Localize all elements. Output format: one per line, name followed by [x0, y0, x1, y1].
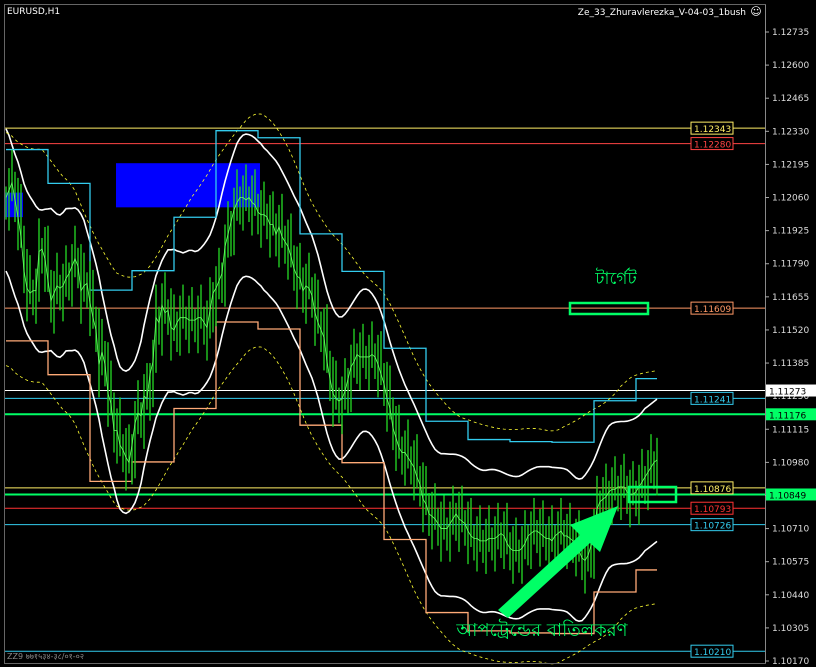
y-tick-label-18: 1.10305: [772, 624, 809, 634]
level-label-8: 1.10793: [694, 505, 731, 515]
level-label-0: 1.12343: [694, 125, 731, 135]
y-tick-label-13: 1.10980: [772, 458, 809, 468]
y-tick-label-2: 1.12465: [772, 94, 809, 104]
y-tick-label-3: 1.12330: [772, 127, 809, 137]
y-tick-label-1: 1.12600: [772, 61, 809, 71]
level-label-4: 1.11241: [694, 395, 731, 405]
indicator-label: Ze_33_Zhuravlerezka_V-04-03_1bush: [578, 8, 746, 18]
y-tick-label-7: 1.11790: [772, 260, 809, 270]
uptrend-cancel-label: আপট্রেন্ডের বাতিলকরণ: [455, 619, 628, 641]
level-label-6: 1.10876: [694, 485, 731, 495]
level-label-1: 1.12280: [694, 141, 731, 151]
level-label-9: 1.10726: [694, 522, 731, 532]
y-tick-label-10: 1.11385: [772, 359, 809, 369]
target-label: টার্গেট: [594, 268, 637, 289]
smiley-icon: ☺: [750, 5, 761, 18]
level-label-3: 1.11273: [769, 388, 806, 398]
level-label-5: 1.11176: [769, 411, 806, 421]
level-label-7: 1.10849: [769, 491, 806, 501]
y-tick-label-0: 1.12735: [772, 28, 809, 38]
y-tick-label-6: 1.11925: [772, 227, 809, 237]
level-label-10: 1.10210: [694, 648, 731, 658]
y-tick-label-17: 1.10440: [772, 591, 809, 601]
y-tick-label-19: 1.10170: [772, 657, 809, 667]
y-tick-label-4: 1.12195: [772, 160, 809, 170]
price-chart[interactable]: 1.12735 1.12600 1.12465 1.12330 1.12195 1.120…: [0, 0, 816, 667]
symbol-label: EURUSD,H1: [7, 7, 60, 17]
y-tick-label-9: 1.11520: [772, 326, 809, 336]
y-tick-label-8: 1.11655: [772, 293, 809, 303]
level-label-2: 1.11609: [694, 305, 731, 315]
y-tick-label-5: 1.12060: [772, 194, 809, 204]
footer-label: ZZ9 ७७१५३४-३८/०१-०२: [7, 652, 84, 661]
chart-background: [0, 0, 816, 667]
y-tick-label-16: 1.10575: [772, 558, 809, 568]
y-tick-label-15: 1.10710: [772, 525, 809, 535]
y-tick-label-12: 1.11115: [772, 425, 809, 435]
